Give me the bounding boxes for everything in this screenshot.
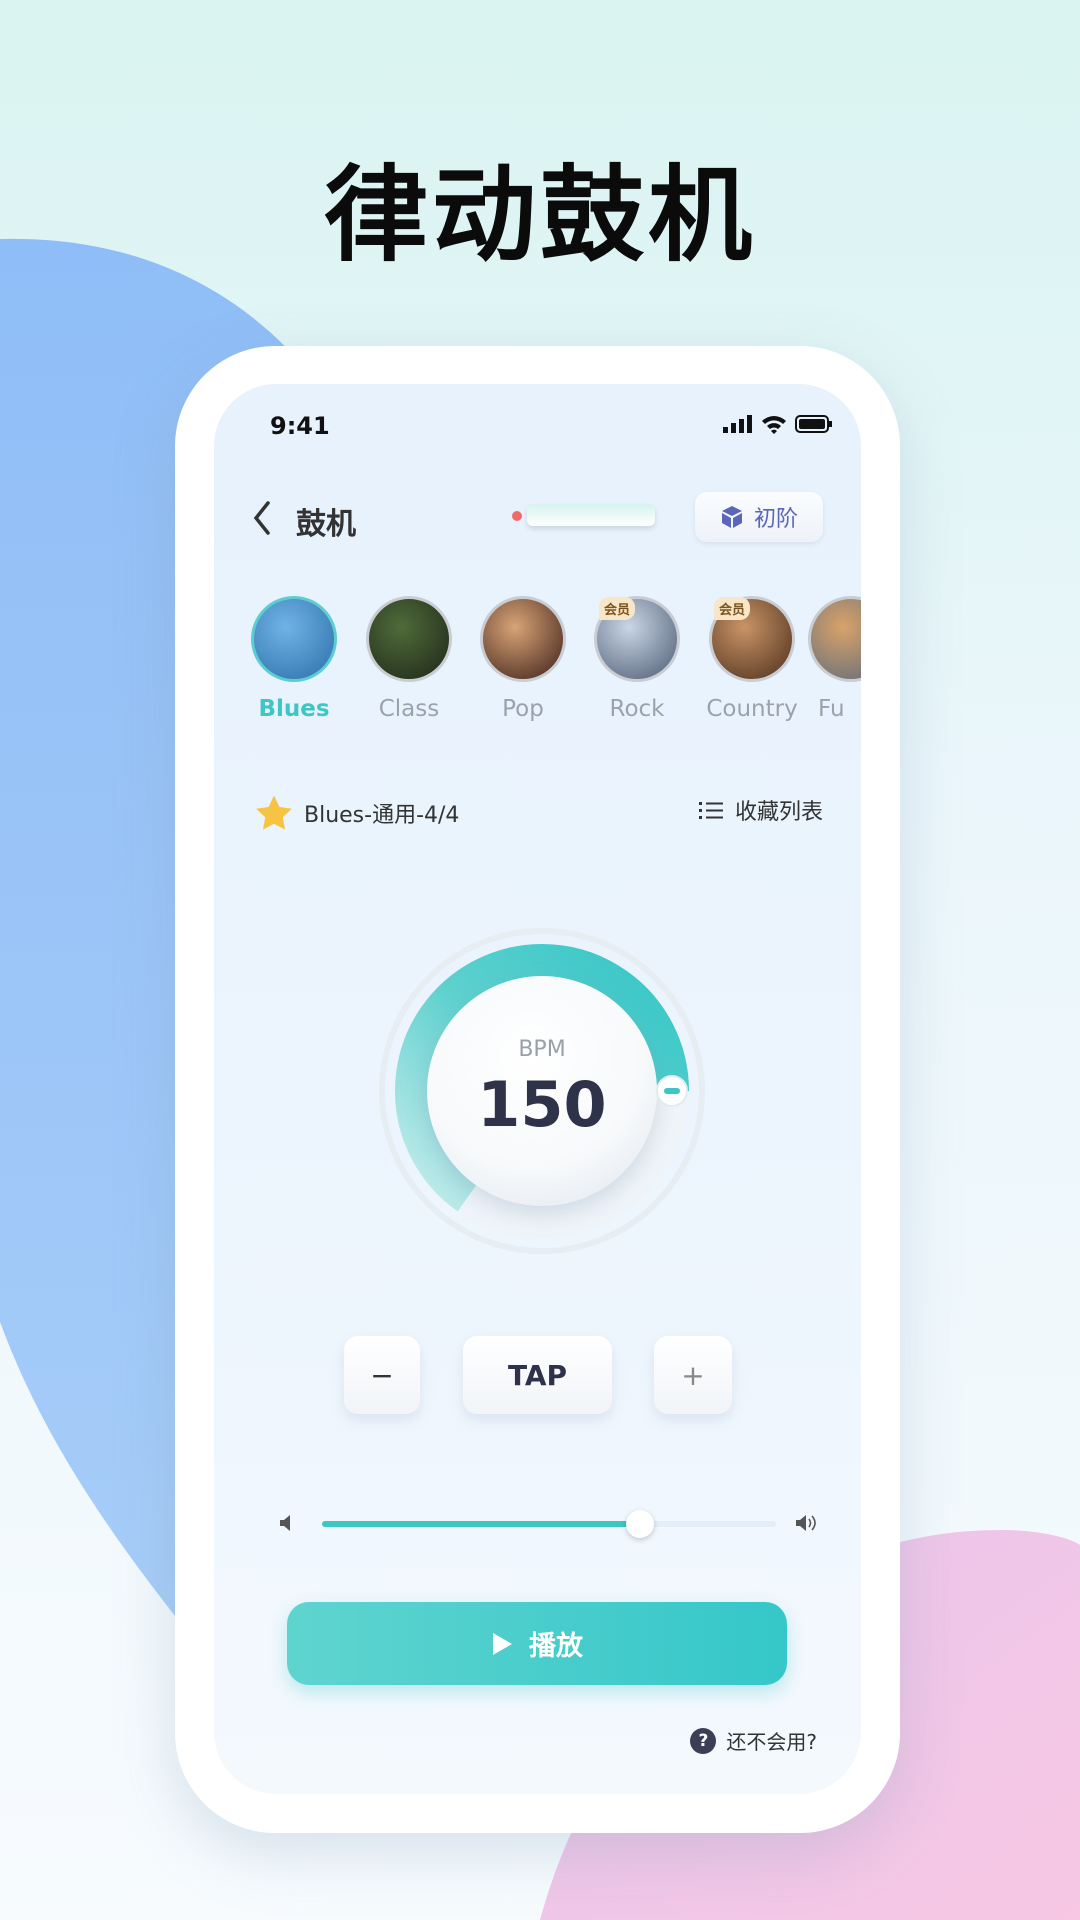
status-time: 9:41 — [270, 412, 330, 440]
genre-item-class[interactable]: Class — [352, 596, 466, 722]
genre-label: Class — [378, 696, 440, 722]
back-button[interactable] — [250, 499, 274, 547]
app-screen: 9:41 鼓机 初阶 Blues Class Pop 会员 Rock 会员 Country F… — [214, 384, 861, 1794]
volume-slider[interactable] — [278, 1510, 818, 1538]
bpm-label: BPM — [518, 1037, 565, 1062]
volume-fill — [322, 1521, 640, 1527]
genre-item-pop[interactable]: Pop — [466, 596, 580, 722]
favorites-list-label: 收藏列表 — [734, 800, 823, 825]
phone-frame: 9:41 鼓机 初阶 Blues Class Pop 会员 Rock 会员 Country F… — [175, 346, 900, 1833]
battery-icon — [795, 415, 832, 433]
current-pattern[interactable]: Blues-通用-4/4 — [254, 794, 459, 832]
genre-label: Country — [706, 696, 798, 722]
genre-list: Blues Class Pop 会员 Rock 会员 Country Fu — [214, 596, 861, 726]
genre-item-blues[interactable]: Blues — [237, 596, 351, 722]
bpm-value: 150 — [477, 1068, 606, 1141]
level-label: 初阶 — [753, 507, 798, 532]
volume-track[interactable] — [322, 1510, 776, 1538]
bpm-increase-button[interactable]: + — [654, 1336, 732, 1414]
cube-icon — [721, 506, 742, 528]
genre-label: Rock — [609, 696, 665, 722]
help-label: 还不会用? — [726, 1730, 817, 1754]
genre-item-rock[interactable]: 会员 Rock — [580, 596, 694, 722]
star-icon — [256, 795, 292, 830]
genre-thumbnail — [251, 596, 337, 682]
favorites-list-button[interactable]: 收藏列表 — [698, 794, 823, 826]
pattern-name: Blues-通用-4/4 — [304, 803, 460, 828]
genre-item-country[interactable]: 会员 Country — [695, 596, 809, 722]
volume-low-icon — [280, 1515, 290, 1531]
wifi-icon — [762, 416, 786, 434]
volume-thumb[interactable] — [625, 1510, 654, 1538]
genre-thumbnail: 会员 — [594, 596, 680, 682]
play-label: 播放 — [529, 1631, 583, 1662]
chevron-left-icon — [253, 501, 270, 535]
genre-thumbnail — [808, 596, 861, 682]
signal-icon — [723, 415, 752, 433]
genre-thumbnail: 会员 — [709, 596, 795, 682]
page-title: 鼓机 — [296, 507, 356, 542]
genre-label: Blues — [258, 696, 330, 722]
device-status-dot — [512, 511, 522, 521]
status-icons — [723, 414, 833, 434]
question-icon: ? — [690, 1727, 717, 1754]
help-link[interactable]: ? 还不会用? — [690, 1726, 817, 1755]
list-icon — [698, 802, 723, 819]
play-button[interactable]: 播放 — [287, 1602, 787, 1685]
genre-thumbnail — [366, 596, 452, 682]
drum-device-image[interactable] — [527, 504, 655, 526]
dial-handle[interactable] — [656, 1075, 688, 1107]
volume-high-icon — [796, 1515, 816, 1531]
genre-item-fu[interactable]: Fu — [804, 596, 861, 722]
genre-label: Fu — [818, 696, 845, 722]
bpm-decrease-button[interactable]: − — [344, 1336, 420, 1414]
vip-badge: 会员 — [714, 597, 751, 620]
promo-title: 律动鼓机 — [323, 154, 756, 276]
play-icon — [493, 1632, 512, 1655]
bpm-dial[interactable]: BPM 150 — [377, 926, 707, 1256]
level-badge[interactable]: 初阶 — [695, 492, 823, 542]
genre-label: Pop — [502, 696, 544, 722]
vip-badge: 会员 — [599, 597, 636, 620]
genre-thumbnail — [480, 596, 566, 682]
tap-tempo-button[interactable]: TAP — [463, 1336, 612, 1414]
